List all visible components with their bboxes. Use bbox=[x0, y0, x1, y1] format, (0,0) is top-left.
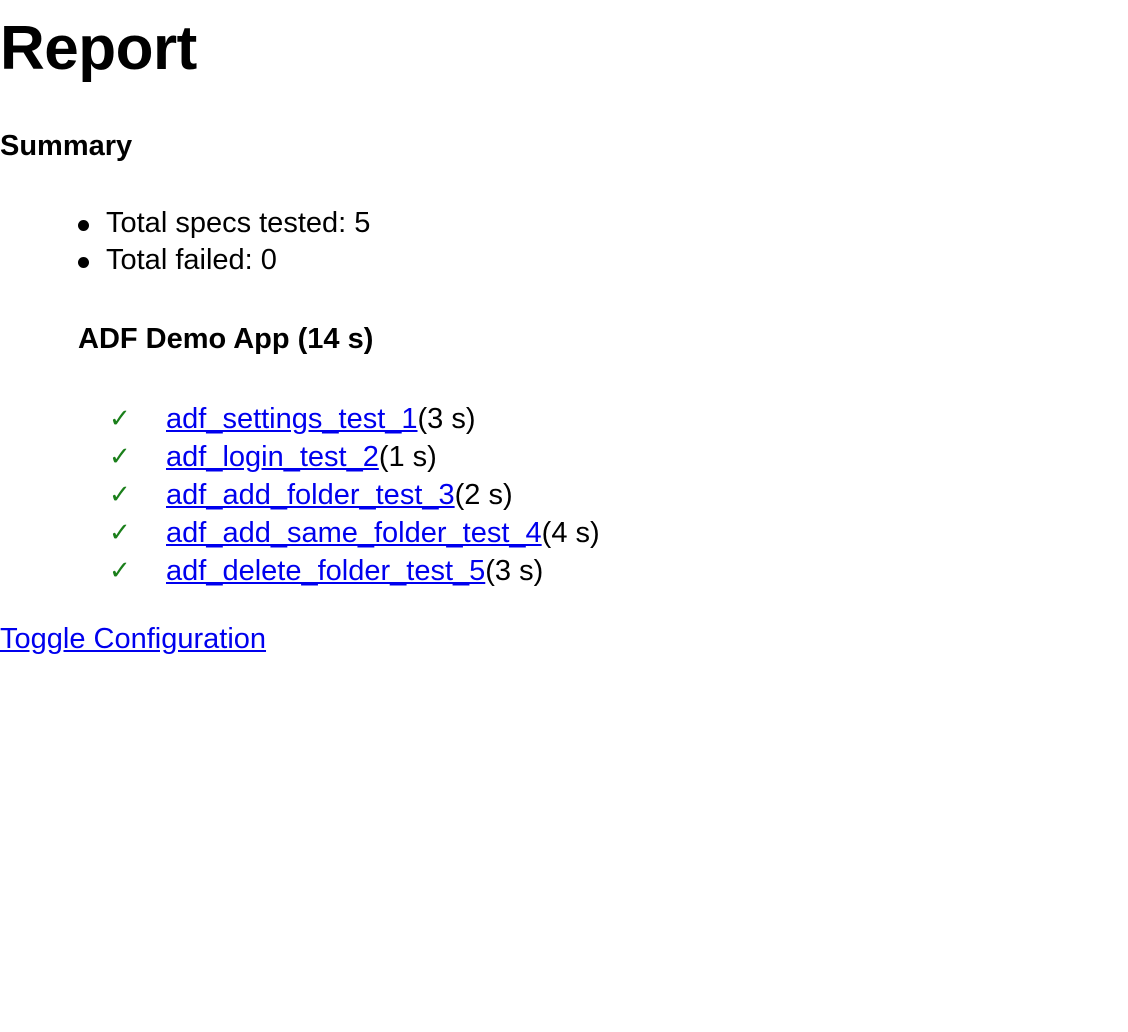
spec-duration: (3 s) bbox=[417, 403, 476, 435]
checkmark-icon: ✓ bbox=[109, 480, 131, 510]
suite-title: ADF Demo App (14 s) bbox=[78, 323, 374, 355]
spec-item: ✓ adf_login_test_2(1 s) bbox=[0, 438, 600, 476]
spec-duration: (4 s) bbox=[541, 517, 600, 549]
spec-item: ✓ adf_add_folder_test_3(2 s) bbox=[0, 476, 600, 514]
summary-item-label: Total specs tested: 5 bbox=[106, 207, 371, 239]
spec-item: ✓ adf_add_same_folder_test_4(4 s) bbox=[0, 514, 600, 552]
checkmark-icon: ✓ bbox=[109, 518, 131, 548]
spec-item: ✓ adf_settings_test_1(3 s) bbox=[0, 400, 600, 438]
spec-duration: (2 s) bbox=[454, 479, 513, 511]
summary-item-label: Total failed: 0 bbox=[106, 244, 277, 276]
spec-duration: (3 s) bbox=[485, 555, 544, 587]
spec-link-adf-login-test-2[interactable]: adf_login_test_2 bbox=[166, 441, 379, 473]
summary-title: Summary bbox=[0, 130, 133, 162]
spec-link-adf-add-same-folder-test-4[interactable]: adf_add_same_folder_test_4 bbox=[166, 517, 542, 549]
checkmark-icon: ✓ bbox=[109, 442, 131, 472]
summary-list: Total specs tested: 5 Total failed: 0 bbox=[0, 205, 370, 279]
spec-item: ✓ adf_delete_folder_test_5(3 s) bbox=[0, 552, 600, 590]
spec-link-adf-add-folder-test-3[interactable]: adf_add_folder_test_3 bbox=[166, 479, 455, 511]
summary-item-total-specs: Total specs tested: 5 bbox=[0, 205, 370, 242]
toggle-configuration-link[interactable]: Toggle Configuration bbox=[0, 620, 266, 658]
spec-link-adf-settings-test-1[interactable]: adf_settings_test_1 bbox=[166, 403, 418, 435]
spec-list: ✓ adf_settings_test_1(3 s) ✓ adf_login_tes… bbox=[0, 400, 600, 590]
bullet-icon bbox=[78, 257, 89, 268]
spec-link-adf-delete-folder-test-5[interactable]: adf_delete_folder_test_5 bbox=[166, 555, 485, 587]
checkmark-icon: ✓ bbox=[109, 556, 131, 586]
bullet-icon bbox=[78, 220, 89, 231]
checkmark-icon: ✓ bbox=[109, 404, 131, 434]
summary-item-total-failed: Total failed: 0 bbox=[0, 242, 370, 279]
spec-duration: (1 s) bbox=[378, 441, 437, 473]
page-title: Report bbox=[0, 14, 197, 83]
